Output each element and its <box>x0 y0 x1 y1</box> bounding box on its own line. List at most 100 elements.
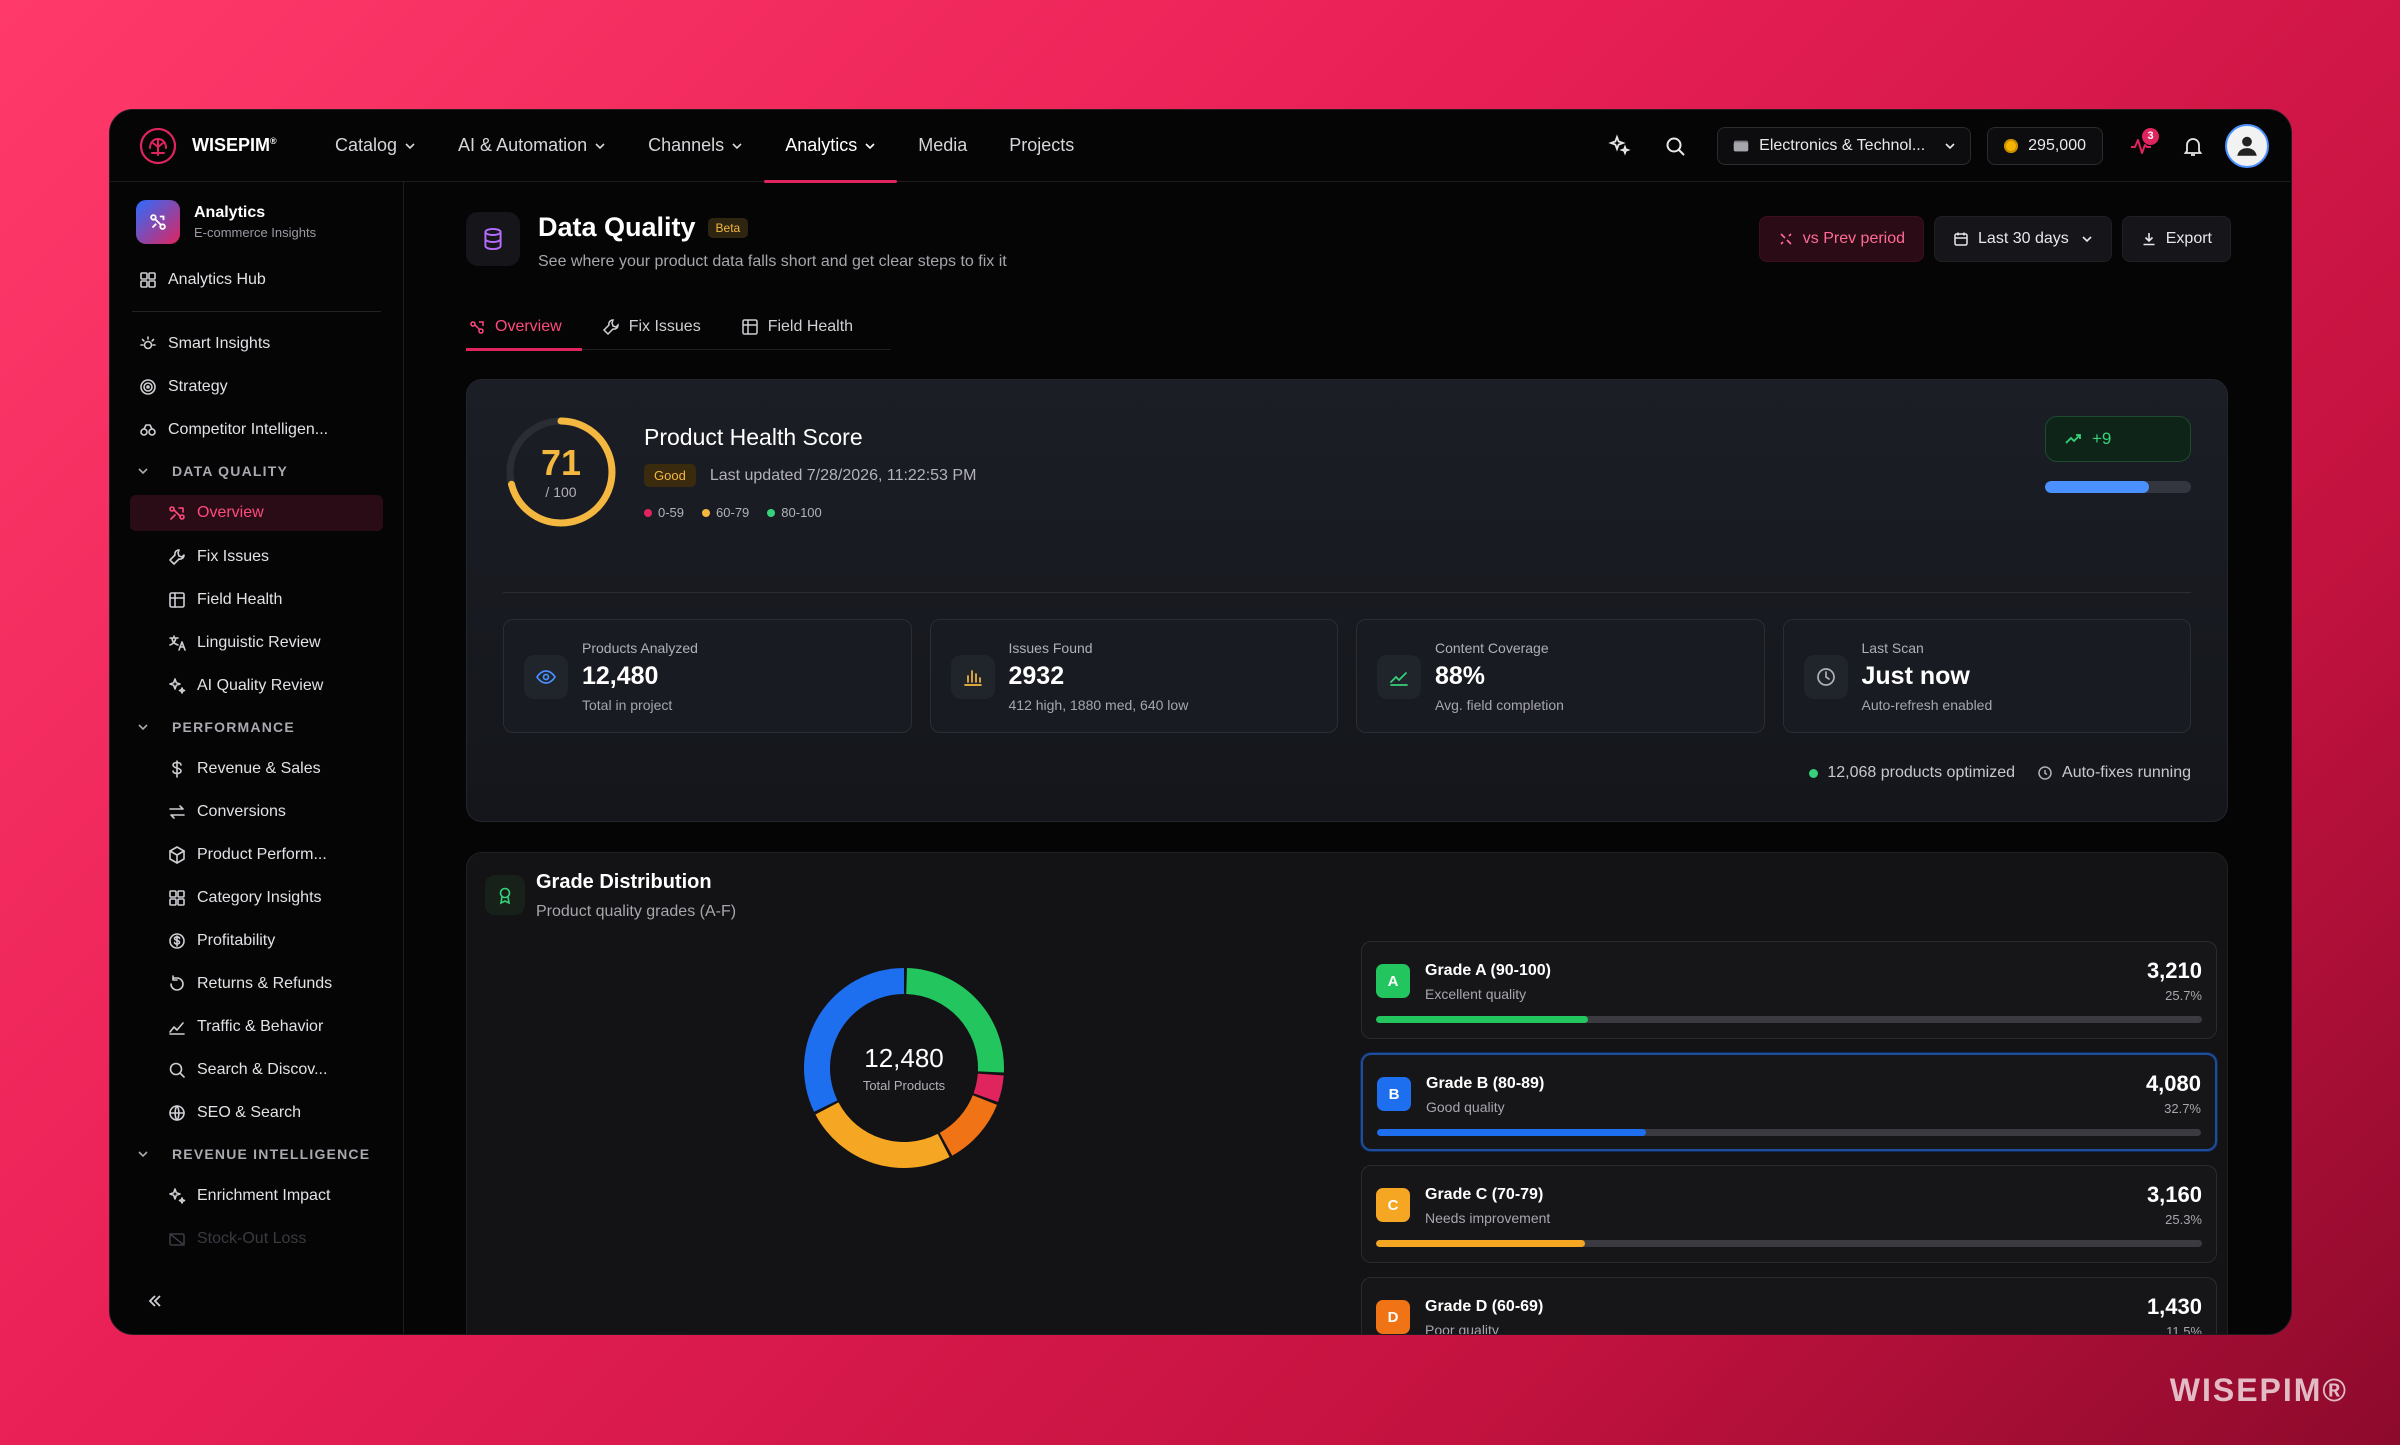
competitor-intelligen-icon <box>140 423 156 436</box>
grade-row-d[interactable]: D Grade D (60-69) Poor quality 1,430 11.5% <box>1361 1277 2217 1334</box>
health-score-title: Product Health Score <box>644 424 863 450</box>
health-score-gauge: 71 / 100 <box>503 414 619 530</box>
analytics-logo-icon <box>136 200 180 244</box>
score-progress-bar <box>2045 481 2191 493</box>
tab-overview[interactable]: Overview <box>466 304 582 351</box>
notifications-button[interactable] <box>2173 126 2213 166</box>
grade-list: A Grade A (90-100) Excellent quality 3,210 2… <box>1361 941 2217 1334</box>
user-avatar[interactable] <box>2225 123 2269 168</box>
sidebar-item-traffic-behavior[interactable]: Traffic & Behavior <box>110 1005 403 1048</box>
grade-count: 1,430 <box>2146 1294 2202 1319</box>
chevron-down-icon <box>595 142 605 149</box>
stat-card-issues-found: Issues Found 2932 412 high, 1880 med, 640 … <box>929 619 1338 733</box>
stock-out-loss-icon <box>169 1232 185 1246</box>
legend-item: 80-100 <box>767 505 822 520</box>
sidebar-item-field-health[interactable]: Field Health <box>110 578 403 621</box>
sidebar-item-label: AI Quality Review <box>197 676 324 694</box>
clock-icon <box>2038 766 2052 780</box>
sidebar-item-label: Enrichment Impact <box>197 1186 331 1204</box>
sidebar-item-overview[interactable]: Overview <box>130 495 383 531</box>
sidebar-item-returns-refunds[interactable]: Returns & Refunds <box>110 962 403 1005</box>
nav-item-label: Catalog <box>335 135 398 155</box>
grade-row-b[interactable]: B Grade B (80-89) Good quality 4,080 32.7% <box>1361 1053 2217 1151</box>
tab-field-health[interactable]: Field Health <box>739 304 873 350</box>
date-range-select[interactable]: Last 30 days <box>1934 216 2112 262</box>
grade-row-a[interactable]: A Grade A (90-100) Excellent quality 3,210 2… <box>1361 941 2217 1039</box>
sidebar-item-label: Overview <box>197 504 264 521</box>
sidebar-item-label: Category Insights <box>197 888 322 906</box>
grade-row-c[interactable]: C Grade C (70-79) Needs improvement 3,160 25… <box>1361 1165 2217 1263</box>
sidebar-section-data-quality[interactable]: DATA QUALITY <box>110 451 403 491</box>
stat-card-products-analyzed: Products Analyzed 12,480 Total in project <box>503 619 912 733</box>
sidebar-item-linguistic-review[interactable]: Linguistic Review <box>110 621 403 664</box>
grade-progress-fill <box>1376 1016 1589 1023</box>
nav-item-catalog[interactable]: Catalog <box>314 110 437 182</box>
sidebar-item-search-discov[interactable]: Search & Discov... <box>110 1048 403 1091</box>
brand-name: WISEPIM® <box>192 135 277 155</box>
collapse-sidebar-icon[interactable] <box>146 1292 164 1310</box>
sidebar-item-revenue-sales[interactable]: Revenue & Sales <box>110 747 403 790</box>
sidebar-item-label: SEO & Search <box>197 1103 302 1121</box>
sidebar-item-conversions[interactable]: Conversions <box>110 790 403 833</box>
sidebar-item-analytics-hub[interactable]: Analytics Hub <box>110 258 403 301</box>
sidebar-item-smart-insights[interactable]: Smart Insights <box>110 322 403 365</box>
sidebar-item-category-insights[interactable]: Category Insights <box>110 876 403 919</box>
sidebar-header: Analytics E-commerce Insights <box>136 200 403 244</box>
field-health-icon <box>169 591 185 608</box>
stat-label: Products Analyzed <box>582 640 698 656</box>
sidebar-item-profitability[interactable]: Profitability <box>110 919 403 962</box>
grade-letter-badge: A <box>1376 964 1410 998</box>
grade-name: Grade A (90-100) <box>1425 962 1551 979</box>
nav-item-media[interactable]: Media <box>897 110 988 182</box>
sidebar-item-product-perform[interactable]: Product Perform... <box>110 833 403 876</box>
compare-prev-period-button[interactable]: vs Prev period <box>1758 216 1925 262</box>
sidebar-item-stock-out-loss[interactable]: Stock-Out Loss <box>110 1217 403 1260</box>
export-button[interactable]: Export <box>2121 216 2231 262</box>
seo-search-icon <box>169 1104 185 1121</box>
donut-center: 12,480 Total Products <box>797 961 1011 1175</box>
stat-label: Last Scan <box>1861 640 1924 656</box>
field-health-tab-icon <box>741 319 758 335</box>
ai-sparkle-button[interactable] <box>1599 126 1639 166</box>
status-dot <box>1809 768 1819 778</box>
stat-value: Just now <box>1861 662 1970 690</box>
sidebar-item-ai-quality-review[interactable]: AI Quality Review <box>110 664 403 707</box>
score-progress-fill <box>2045 481 2149 493</box>
search-button[interactable] <box>1655 126 1695 166</box>
credits-balance[interactable]: 295,000 <box>1987 126 2103 165</box>
nav-item-ai-automation[interactable]: AI & Automation <box>437 110 627 182</box>
grade-count: 4,080 <box>2145 1071 2201 1096</box>
grade-distribution-card: Grade Distribution Product quality grade… <box>466 852 2228 1334</box>
activity-button[interactable]: 3 <box>2121 126 2161 166</box>
nav-item-channels[interactable]: Channels <box>627 110 764 182</box>
sidebar-item-fix-issues[interactable]: Fix Issues <box>110 535 403 578</box>
category-insights-icon <box>169 889 185 906</box>
sidebar-item-enrichment-impact[interactable]: Enrichment Impact <box>110 1174 403 1217</box>
grade-count: 3,210 <box>2146 958 2202 983</box>
chevron-down-icon <box>138 724 148 731</box>
sidebar-section-performance[interactable]: PERFORMANCE <box>110 707 403 747</box>
tab-label: Fix Issues <box>628 318 701 335</box>
tab-fix-issues[interactable]: Fix Issues <box>600 304 721 350</box>
autofix-status: Auto-fixes running <box>2062 764 2191 781</box>
bell-icon <box>2183 137 2203 156</box>
page-title: Data Quality Beta <box>538 212 1007 243</box>
sidebar-section-revenue-intelligence[interactable]: REVENUE INTELLIGENCE <box>110 1134 403 1174</box>
nav-item-label: AI & Automation <box>458 135 588 155</box>
nav-item-projects[interactable]: Projects <box>988 110 1095 182</box>
sidebar-item-competitor-intelligen[interactable]: Competitor Intelligen... <box>110 408 403 451</box>
sidebar-divider <box>132 311 381 312</box>
sidebar-item-seo-search[interactable]: SEO & Search <box>110 1091 403 1134</box>
brand-logo[interactable]: WISEPIM® <box>138 126 298 166</box>
health-stats: Products Analyzed 12,480 Total in project I… <box>503 619 2191 733</box>
score-legend: 0-59 60-79 80-100 <box>644 505 840 520</box>
sidebar-item-label: Returns & Refunds <box>197 974 333 992</box>
chevron-down-icon <box>2082 236 2092 243</box>
folder-icon <box>1733 140 1749 151</box>
sidebar-item-strategy[interactable]: Strategy <box>110 365 403 408</box>
stat-label: Issues Found <box>1008 640 1093 656</box>
project-select[interactable]: Electronics & Technol... <box>1717 126 1972 165</box>
nav-item-analytics[interactable]: Analytics <box>764 110 898 183</box>
sidebar-item-label: Competitor Intelligen... <box>168 420 329 438</box>
search-discov-icon <box>169 1062 185 1078</box>
